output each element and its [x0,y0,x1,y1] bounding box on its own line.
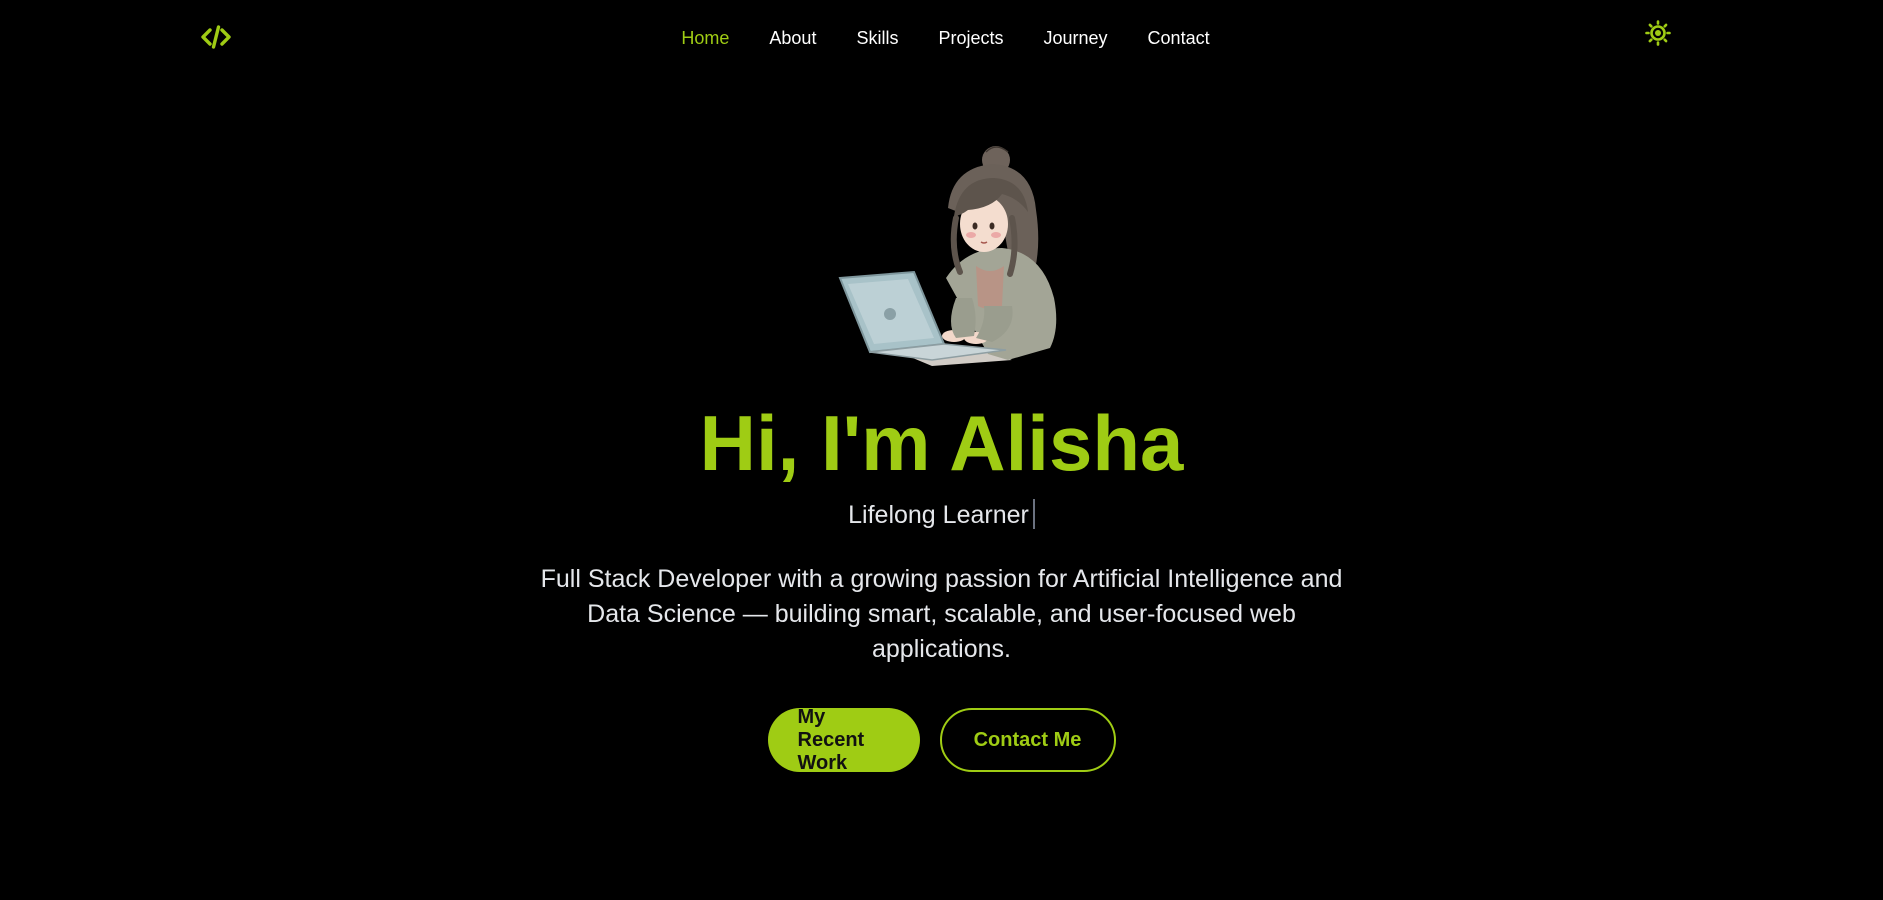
hero-description: Full Stack Developer with a growing pass… [540,565,1343,663]
hero-actions: My Recent Work Contact Me [0,706,1883,774]
nav-home[interactable]: Home [681,24,729,52]
typing-subtitle: Lifelong Learner [0,498,1883,532]
nav-skills[interactable]: Skills [856,24,898,52]
nav-projects[interactable]: Projects [938,24,1003,52]
typing-cursor [1032,499,1035,529]
sun-icon[interactable] [1644,19,1672,47]
contact-me-button[interactable]: Contact Me [939,708,1116,772]
subtitle-text: Lifelong Learner [848,501,1029,529]
portfolio-page: Home About Skills Projects Journey Conta… [0,0,1883,900]
recent-work-button[interactable]: My Recent Work [767,706,920,774]
nav-journey[interactable]: Journey [1044,24,1108,52]
page-title: Hi, I'm Alisha [699,399,1184,487]
nav-about[interactable]: About [769,24,816,52]
nav-contact[interactable]: Contact [1148,24,1210,52]
main-nav: Home About Skills Projects Journey Conta… [0,24,1883,52]
avatar [836,138,1058,370]
